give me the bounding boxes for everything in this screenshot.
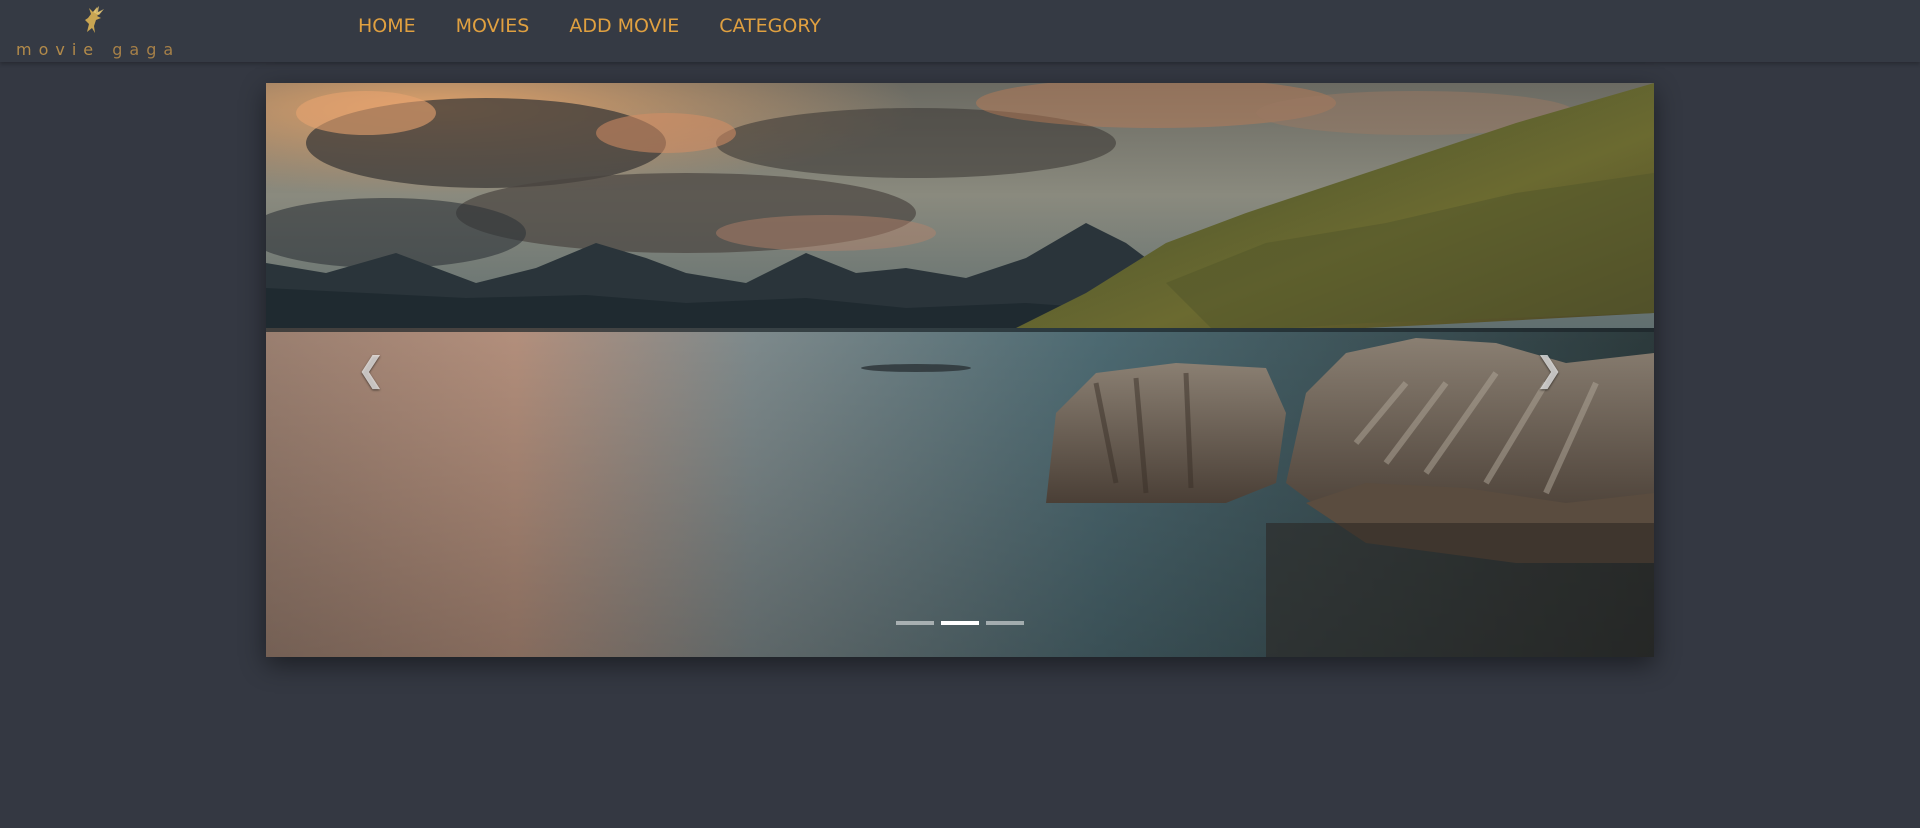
carousel-indicator-1[interactable] <box>896 621 934 625</box>
nav-category-link[interactable]: CATEGORY <box>719 15 821 37</box>
nav-home-link[interactable]: HOME <box>358 15 416 37</box>
carousel-next-button[interactable]: ❯ <box>1444 83 1654 657</box>
carousel-indicators <box>266 621 1654 625</box>
carousel-indicator-2[interactable] <box>941 621 979 625</box>
chevron-left-icon: ❮ <box>356 350 386 390</box>
nav-movies-link[interactable]: MOVIES <box>456 15 530 37</box>
main-nav: HOME MOVIES ADD MOVIE CATEGORY <box>358 0 861 52</box>
nav-add-movie-link[interactable]: ADD MOVIE <box>569 15 679 37</box>
brand-name-part2: gaga <box>112 40 181 59</box>
brand-name-part1: movie <box>16 40 101 59</box>
brand-name: movie gaga <box>16 40 180 59</box>
hero-carousel: ❮ ❯ <box>266 83 1654 657</box>
carousel-indicator-3[interactable] <box>986 621 1024 625</box>
chevron-right-icon: ❯ <box>1534 350 1564 390</box>
carousel-prev-button[interactable]: ❮ <box>266 83 476 657</box>
brand-logo-link[interactable]: movie gaga <box>16 4 173 60</box>
pegasus-icon <box>85 6 104 33</box>
navbar: movie gaga HOME MOVIES ADD MOVIE CATEGOR… <box>0 0 1920 62</box>
